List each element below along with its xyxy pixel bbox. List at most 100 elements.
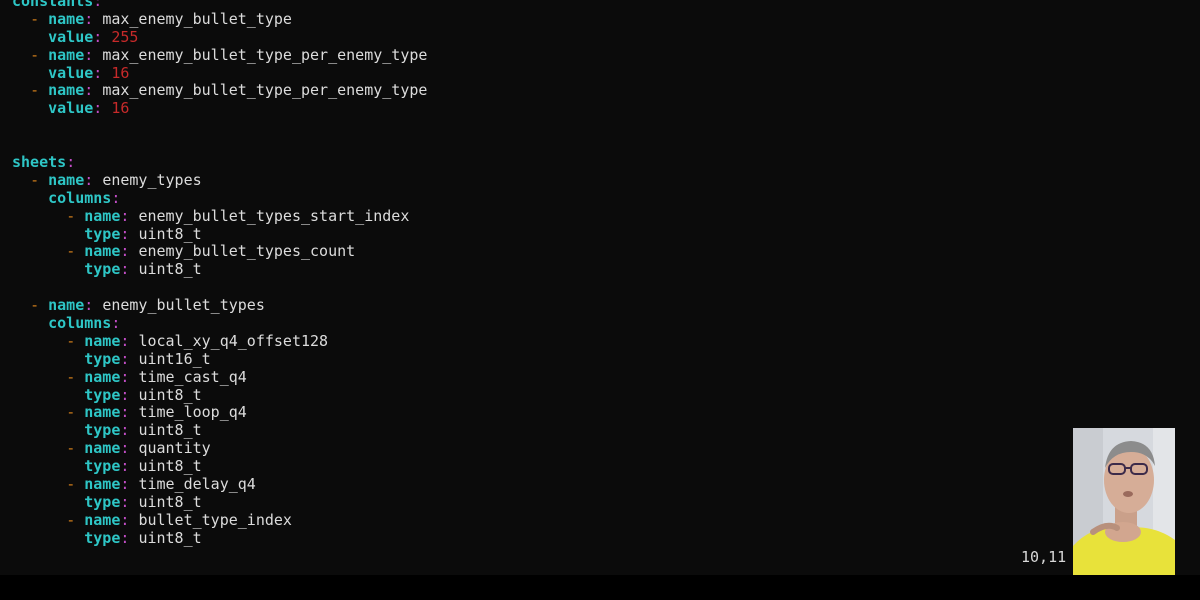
code-line[interactable]: - name: enemy_bullet_types_count [12, 243, 427, 261]
code-line[interactable]: - name: max_enemy_bullet_type [12, 9, 427, 29]
code-line[interactable]: value: 255 [12, 27, 427, 47]
code-line[interactable]: - name: max_enemy_bullet_type_per_enemy_… [12, 82, 427, 100]
yaml-key: name [48, 9, 85, 28]
yaml-value: bullet_type_index [138, 510, 292, 529]
terminal-window[interactable]: constants: - name: max_enemy_bullet_type… [0, 0, 1200, 575]
yaml-key: constants [12, 0, 94, 10]
yaml-value: quantity [138, 439, 211, 458]
code-line[interactable]: value: 16 [12, 63, 427, 83]
list-dash: - [30, 81, 49, 100]
yaml-value: uint8_t [138, 421, 202, 440]
code-line[interactable]: type: uint8_t [12, 224, 427, 244]
yaml-colon: : [84, 45, 94, 64]
yaml-colon: : [84, 81, 94, 100]
code-line[interactable]: columns: [12, 314, 427, 333]
list-dash: - [66, 206, 85, 225]
code-line[interactable]: type: uint8_t [12, 421, 427, 440]
code-line[interactable]: - name: enemy_bullet_types [12, 296, 427, 315]
code-line[interactable]: - name: enemy_bullet_types_start_index [12, 206, 427, 226]
yaml-key: name [84, 331, 121, 350]
bottom-border [0, 575, 1200, 600]
code-line[interactable]: - name: enemy_types [12, 170, 427, 190]
yaml-key: value [48, 63, 94, 82]
yaml-editor[interactable]: constants: - name: max_enemy_bullet_type… [12, 0, 427, 548]
yaml-value: max_enemy_bullet_type_per_enemy_type [102, 45, 428, 64]
code-line[interactable] [12, 279, 427, 297]
yaml-value: uint16_t [138, 349, 211, 368]
code-line[interactable]: type: uint8_t [12, 385, 427, 405]
code-line[interactable]: - name: local_xy_q4_offset128 [12, 331, 427, 351]
list-dash: - [66, 242, 85, 261]
code-line[interactable]: - name: time_delay_q4 [12, 475, 427, 494]
yaml-key: type [84, 457, 121, 476]
code-line[interactable]: type: uint8_t [12, 528, 427, 548]
yaml-key: type [84, 528, 121, 547]
yaml-value: local_xy_q4_offset128 [138, 331, 329, 350]
yaml-value: enemy_bullet_types_count [138, 242, 356, 261]
code-line[interactable]: type: uint8_t [12, 457, 427, 476]
yaml-value: uint8_t [138, 385, 202, 404]
yaml-colon: : [93, 63, 103, 82]
yaml-key: columns [48, 188, 112, 207]
yaml-value: 16 [111, 63, 130, 82]
list-dash: - [66, 403, 85, 422]
code-line[interactable]: - name: quantity [12, 439, 427, 458]
list-dash: - [30, 45, 49, 64]
code-line[interactable]: - name: time_cast_q4 [12, 367, 427, 387]
webcam-overlay [1073, 428, 1175, 575]
yaml-key: name [84, 242, 121, 261]
yaml-value: time_cast_q4 [138, 367, 247, 386]
yaml-value: uint8_t [138, 528, 202, 547]
yaml-value: 255 [111, 27, 139, 46]
code-line[interactable] [12, 118, 427, 136]
yaml-value: enemy_bullet_types [102, 296, 265, 315]
yaml-key: name [84, 206, 121, 225]
code-line[interactable]: columns: [12, 188, 427, 208]
code-line[interactable]: - name: bullet_type_index [12, 510, 427, 530]
yaml-value: enemy_bullet_types_start_index [138, 206, 410, 225]
yaml-key: type [84, 492, 121, 511]
yaml-value: 16 [111, 99, 130, 118]
yaml-value: enemy_types [102, 170, 202, 189]
code-line[interactable]: sheets: [12, 153, 427, 172]
yaml-key: type [84, 421, 121, 440]
yaml-value: uint8_t [138, 224, 202, 243]
code-line[interactable]: type: uint16_t [12, 349, 427, 369]
yaml-value: time_delay_q4 [138, 475, 256, 494]
yaml-value: max_enemy_bullet_type [102, 9, 292, 28]
list-dash: - [30, 170, 49, 189]
yaml-key: columns [48, 314, 112, 333]
yaml-key: name [84, 367, 121, 386]
code-line[interactable]: - name: max_enemy_bullet_type_per_enemy_… [12, 45, 428, 65]
code-line[interactable]: value: 16 [12, 99, 427, 118]
code-line[interactable]: - name: time_loop_q4 [12, 404, 427, 422]
code-line[interactable]: type: uint8_t [12, 492, 427, 512]
code-line[interactable]: type: uint8_t [12, 260, 427, 279]
yaml-colon: : [66, 153, 76, 172]
list-dash: - [66, 439, 85, 458]
list-dash: - [66, 475, 85, 494]
yaml-value: uint8_t [138, 457, 202, 476]
yaml-colon: : [111, 188, 121, 207]
yaml-key: value [48, 99, 94, 118]
yaml-key: name [84, 439, 121, 458]
code-line[interactable] [12, 136, 427, 154]
